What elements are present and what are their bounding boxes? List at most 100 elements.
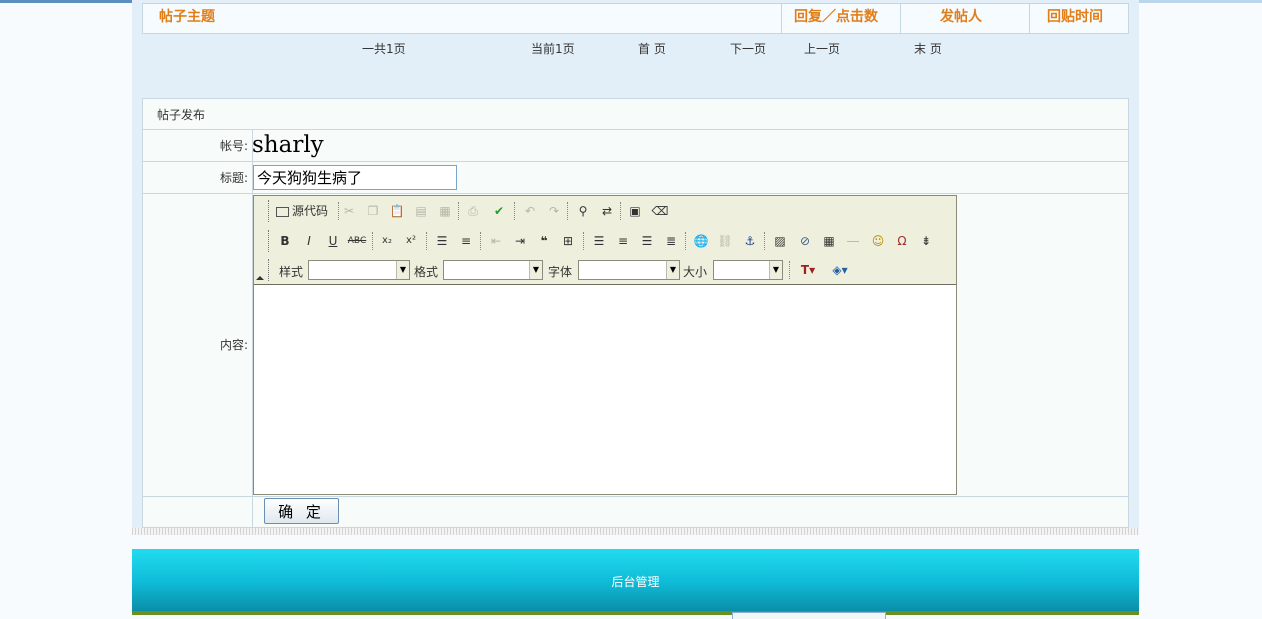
remove-format-icon[interactable]: ⌫ [649, 201, 671, 221]
header-reply-time: 回贴时间 [1047, 9, 1103, 25]
submit-button[interactable]: 确 定 [264, 498, 339, 524]
unlink-icon[interactable]: ⛓ [714, 231, 736, 251]
align-center-icon[interactable]: ≡ [612, 231, 634, 251]
font-label: 字体 [548, 265, 573, 279]
pager-current: 当前1页 [531, 42, 575, 56]
toolbar-separator [789, 261, 790, 279]
footer-bar: 后台管理 [132, 549, 1139, 615]
div-container-icon[interactable]: ⊞ [557, 231, 579, 251]
form-row-divider [143, 161, 1128, 162]
chevron-down-icon: ▼ [769, 261, 782, 279]
toolbar-separator [583, 232, 584, 250]
text-color-icon[interactable]: T▾ [794, 260, 822, 280]
size-dropdown[interactable]: ▼ [713, 260, 783, 280]
collapse-toolbar-icon[interactable] [256, 276, 264, 280]
toolbar-grip [268, 230, 271, 252]
format-label: 格式 [414, 265, 439, 279]
anchor-icon[interactable]: ⚓ [739, 231, 761, 251]
post-form-panel: 帖子发布 帐号: sharly 标题: 内容: 源代码 ✂ ❐ 📋 ▤ ▦ [142, 98, 1129, 528]
admin-link[interactable]: 后台管理 [132, 573, 1139, 590]
editor-content-area[interactable] [254, 284, 956, 494]
format-dropdown[interactable]: ▼ [443, 260, 543, 280]
table-icon[interactable]: ▦ [818, 231, 840, 251]
toolbar-separator [620, 202, 621, 220]
outdent-icon[interactable]: ⇤ [485, 231, 507, 251]
image-icon[interactable]: ▨ [769, 231, 791, 251]
style-label: 样式 [279, 265, 304, 279]
content-label: 内容: [219, 338, 248, 352]
page-break-icon[interactable]: ⇟ [915, 231, 937, 251]
indent-icon[interactable]: ⇥ [509, 231, 531, 251]
post-form-title: 帖子发布 [157, 108, 206, 122]
superscript-icon[interactable]: x² [400, 231, 422, 251]
toolbar-separator [480, 232, 481, 250]
toolbar-separator [685, 232, 686, 250]
bold-icon[interactable]: B [274, 231, 296, 251]
header-poster: 发帖人 [940, 9, 982, 25]
pager-total: 一共1页 [362, 42, 406, 56]
italic-icon[interactable]: I [298, 231, 320, 251]
paste-icon[interactable]: 📋 [386, 201, 408, 221]
account-label: 帐号: [219, 139, 248, 153]
subject-input[interactable] [253, 165, 457, 190]
header-topic: 帖子主题 [159, 9, 215, 25]
toolbar-grip [268, 259, 271, 281]
pager-prev-link[interactable]: 上一页 [804, 40, 840, 57]
numbered-list-icon[interactable]: ☰ [431, 231, 453, 251]
blockquote-icon[interactable]: ❝ [533, 231, 555, 251]
source-button[interactable]: 源代码 [276, 201, 334, 221]
form-row-divider [143, 193, 1128, 194]
source-icon [276, 206, 289, 217]
chevron-down-icon: ▼ [529, 261, 542, 279]
pager-first-link[interactable]: 首 页 [638, 40, 666, 57]
pager-next-link[interactable]: 下一页 [730, 40, 766, 57]
font-dropdown[interactable]: ▼ [578, 260, 680, 280]
horizontal-rule-icon[interactable]: ― [842, 231, 864, 251]
link-icon[interactable]: 🌐 [690, 231, 712, 251]
spellcheck-icon[interactable]: ✔ [488, 201, 510, 221]
chevron-down-icon: ▼ [666, 261, 679, 279]
bulleted-list-icon[interactable]: ≡ [455, 231, 477, 251]
rich-text-editor: 源代码 ✂ ❐ 📋 ▤ ▦ ⎙ ✔ ↶ ↷ ⚲ ⇄ ▣ ⌫ B I U ABC … [253, 195, 957, 495]
form-row-divider [143, 496, 1128, 497]
content-wrapper: 帖子主题 回复／点击数 发帖人 回贴时间 一共1页 当前1页 首 页 下一页 上… [132, 0, 1139, 532]
editor-toolbar-row-2: B I U ABC x₂ x² ☰ ≡ ⇤ ⇥ ❝ ⊞ ☰ ≡ ☰ ≣ 🌐 ⛓ … [254, 226, 956, 257]
topic-table-header: 帖子主题 回复／点击数 发帖人 回贴时间 [142, 3, 1129, 34]
align-left-icon[interactable]: ☰ [588, 231, 610, 251]
subscript-icon[interactable]: x₂ [376, 231, 398, 251]
header-divider [781, 4, 782, 33]
size-label: 大小 [683, 265, 708, 279]
account-value: sharly [252, 132, 324, 158]
align-justify-icon[interactable]: ≣ [660, 231, 682, 251]
paste-text-icon[interactable]: ▤ [410, 201, 432, 221]
smiley-icon[interactable]: ☺ [867, 231, 889, 251]
editor-toolbar-row-1: 源代码 ✂ ❐ 📋 ▤ ▦ ⎙ ✔ ↶ ↷ ⚲ ⇄ ▣ ⌫ [254, 196, 956, 227]
cut-icon[interactable]: ✂ [338, 201, 360, 221]
toolbar-separator [372, 232, 373, 250]
paste-word-icon[interactable]: ▦ [434, 201, 456, 221]
find-icon[interactable]: ⚲ [572, 201, 594, 221]
flash-icon[interactable]: ⊘ [794, 231, 816, 251]
background-color-icon[interactable]: ◈▾ [826, 260, 854, 280]
toolbar-separator [458, 202, 459, 220]
style-dropdown[interactable]: ▼ [308, 260, 410, 280]
replace-icon[interactable]: ⇄ [596, 201, 618, 221]
header-divider [1029, 4, 1030, 33]
select-all-icon[interactable]: ▣ [624, 201, 646, 221]
taskbar-tab[interactable] [732, 612, 886, 619]
redo-icon[interactable]: ↷ [543, 201, 565, 221]
subject-label: 标题: [219, 171, 248, 185]
underline-icon[interactable]: U [322, 231, 344, 251]
toolbar-separator [764, 232, 765, 250]
header-reply-click: 回复／点击数 [794, 9, 878, 25]
header-divider [900, 4, 901, 33]
special-char-icon[interactable]: Ω [891, 231, 913, 251]
toolbar-grip [268, 200, 271, 222]
print-icon[interactable]: ⎙ [462, 201, 484, 221]
undo-icon[interactable]: ↶ [519, 201, 541, 221]
copy-icon[interactable]: ❐ [362, 201, 384, 221]
pager-last-link[interactable]: 末 页 [914, 40, 942, 57]
align-right-icon[interactable]: ☰ [636, 231, 658, 251]
strikethrough-icon[interactable]: ABC [346, 231, 368, 251]
toolbar-separator [514, 202, 515, 220]
